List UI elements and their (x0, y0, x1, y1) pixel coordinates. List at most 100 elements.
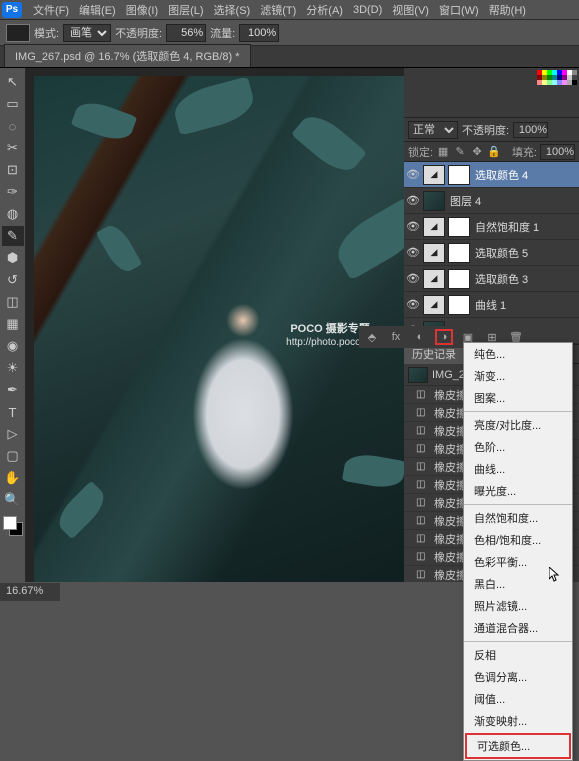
layer-mask-icon[interactable]: ◐ (411, 329, 429, 345)
context-menu-item[interactable]: 通道混合器... (464, 617, 572, 639)
menu-edit[interactable]: 编辑(E) (74, 2, 121, 18)
snapshot-thumb (408, 367, 428, 383)
fill-input[interactable] (540, 144, 575, 160)
context-menu-item[interactable]: 自然饱和度... (464, 507, 572, 529)
stamp-tool[interactable]: ⬢ (2, 248, 24, 268)
lock-label: 锁定: (408, 144, 433, 160)
menu-window[interactable]: 窗口(W) (434, 2, 484, 18)
lock-pixels-icon[interactable]: ✎ (453, 145, 467, 159)
context-menu-item[interactable]: 曝光度... (464, 480, 572, 502)
context-menu-item[interactable]: 反相 (464, 644, 572, 666)
mode-select[interactable]: 画笔 (63, 24, 111, 42)
menu-filter[interactable]: 滤镜(T) (255, 2, 301, 18)
menu-analysis[interactable]: 分析(A) (301, 2, 348, 18)
layer-row[interactable]: 👁◢选取颜色 5 (404, 240, 579, 266)
canvas-area[interactable]: POCO 摄影专题 http://photo.poco.cn (26, 68, 404, 582)
layer-thumb[interactable] (423, 191, 445, 211)
layer-thumb[interactable]: ◢ (423, 243, 445, 263)
eraser-icon: ◫ (416, 497, 430, 509)
layer-mask-thumb[interactable] (448, 217, 470, 237)
visibility-icon[interactable]: 👁 (406, 168, 420, 182)
flow-label: 流量: (210, 25, 235, 41)
context-menu-item[interactable]: 色调分离... (464, 666, 572, 688)
hand-tool[interactable]: ✋ (2, 468, 24, 488)
magic-wand-tool[interactable]: ✂ (2, 138, 24, 158)
gradient-tool[interactable]: ▦ (2, 314, 24, 334)
menu-view[interactable]: 视图(V) (387, 2, 434, 18)
layer-row[interactable]: 👁◢选取颜色 4 (404, 162, 579, 188)
visibility-icon[interactable]: 👁 (406, 246, 420, 260)
layer-style-icon[interactable]: fx (387, 329, 405, 345)
layer-thumb[interactable]: ◢ (423, 295, 445, 315)
menu-3d[interactable]: 3D(D) (348, 4, 387, 16)
layer-opacity-input[interactable] (513, 122, 548, 138)
new-adjustment-layer-icon[interactable]: ◑ (435, 329, 453, 345)
menu-select[interactable]: 选择(S) (209, 2, 256, 18)
brush-preview[interactable] (6, 24, 30, 42)
flow-input[interactable] (239, 24, 279, 42)
context-menu-item[interactable]: 图案... (464, 387, 572, 409)
context-menu-item[interactable]: 纯色... (464, 343, 572, 365)
visibility-icon[interactable]: 👁 (406, 272, 420, 286)
visibility-icon[interactable]: 👁 (406, 194, 420, 208)
context-menu-item[interactable]: 色阶... (464, 436, 572, 458)
context-menu-item[interactable]: 照片滤镜... (464, 595, 572, 617)
marquee-tool[interactable]: ▭ (2, 94, 24, 114)
blend-mode-select[interactable]: 正常 (408, 121, 458, 139)
menu-file[interactable]: 文件(F) (28, 2, 74, 18)
adjustment-context-menu: 纯色...渐变...图案... 亮度/对比度...色阶...曲线...曝光度...… (463, 342, 573, 761)
context-menu-item[interactable]: 渐变... (464, 365, 572, 387)
layer-row[interactable]: 👁图层 4 (404, 188, 579, 214)
context-menu-item-selective-color[interactable]: 可选颜色... (465, 733, 571, 759)
layer-mask-thumb[interactable] (448, 295, 470, 315)
context-menu-item[interactable]: 阈值... (464, 688, 572, 710)
layer-mask-thumb[interactable] (448, 165, 470, 185)
path-tool[interactable]: ▷ (2, 424, 24, 444)
eraser-tool[interactable]: ◫ (2, 292, 24, 312)
menu-help[interactable]: 帮助(H) (484, 2, 531, 18)
context-menu-item[interactable]: 渐变映射... (464, 710, 572, 732)
lock-position-icon[interactable]: ✥ (470, 145, 484, 159)
crop-tool[interactable]: ⊡ (2, 160, 24, 180)
lock-transparency-icon[interactable]: ▦ (436, 145, 450, 159)
layer-row[interactable]: 👁◢曲线 1 (404, 292, 579, 318)
layer-thumb[interactable]: ◢ (423, 269, 445, 289)
history-brush-tool[interactable]: ↺ (2, 270, 24, 290)
brush-tool[interactable]: ✎ (2, 226, 24, 246)
shape-tool[interactable]: ▢ (2, 446, 24, 466)
context-menu-item[interactable]: 曲线... (464, 458, 572, 480)
pen-tool[interactable]: ✒ (2, 380, 24, 400)
lasso-tool[interactable]: ◌ (2, 116, 24, 136)
blur-tool[interactable]: ◉ (2, 336, 24, 356)
layer-thumb[interactable]: ◢ (423, 217, 445, 237)
visibility-icon[interactable]: 👁 (406, 298, 420, 312)
type-tool[interactable]: T (2, 402, 24, 422)
dodge-tool[interactable]: ☀ (2, 358, 24, 378)
menu-layer[interactable]: 图层(L) (163, 2, 208, 18)
healing-tool[interactable]: ◍ (2, 204, 24, 224)
opacity-input[interactable] (166, 24, 206, 42)
layer-row[interactable]: 👁◢选取颜色 3 (404, 266, 579, 292)
zoom-tool[interactable]: 🔍 (2, 490, 24, 510)
color-swatches[interactable] (3, 516, 23, 536)
visibility-icon[interactable]: 👁 (406, 220, 420, 234)
zoom-level[interactable]: 16.67% (6, 585, 43, 597)
context-menu-item[interactable]: 色相/饱和度... (464, 529, 572, 551)
document-tab[interactable]: IMG_267.psd @ 16.7% (选取颜色 4, RGB/8) * (4, 44, 251, 67)
context-menu-item[interactable]: 亮度/对比度... (464, 414, 572, 436)
status-bar: 16.67% (0, 583, 60, 601)
lock-all-icon[interactable]: 🔒 (487, 145, 501, 159)
eraser-icon: ◫ (416, 551, 430, 563)
color-panel[interactable] (404, 68, 579, 118)
menu-image[interactable]: 图像(I) (121, 2, 163, 18)
menu-bar: Ps 文件(F) 编辑(E) 图像(I) 图层(L) 选择(S) 滤镜(T) 分… (0, 0, 579, 20)
options-bar: 模式: 画笔 不透明度: 流量: (0, 20, 579, 46)
link-layers-icon[interactable]: ⬘ (363, 329, 381, 345)
layer-mask-thumb[interactable] (448, 243, 470, 263)
layer-row[interactable]: 👁◢自然饱和度 1 (404, 214, 579, 240)
layer-mask-thumb[interactable] (448, 269, 470, 289)
eraser-icon: ◫ (416, 389, 430, 401)
eyedropper-tool[interactable]: ✑ (2, 182, 24, 202)
layer-thumb[interactable]: ◢ (423, 165, 445, 185)
move-tool[interactable]: ↖ (2, 72, 24, 92)
